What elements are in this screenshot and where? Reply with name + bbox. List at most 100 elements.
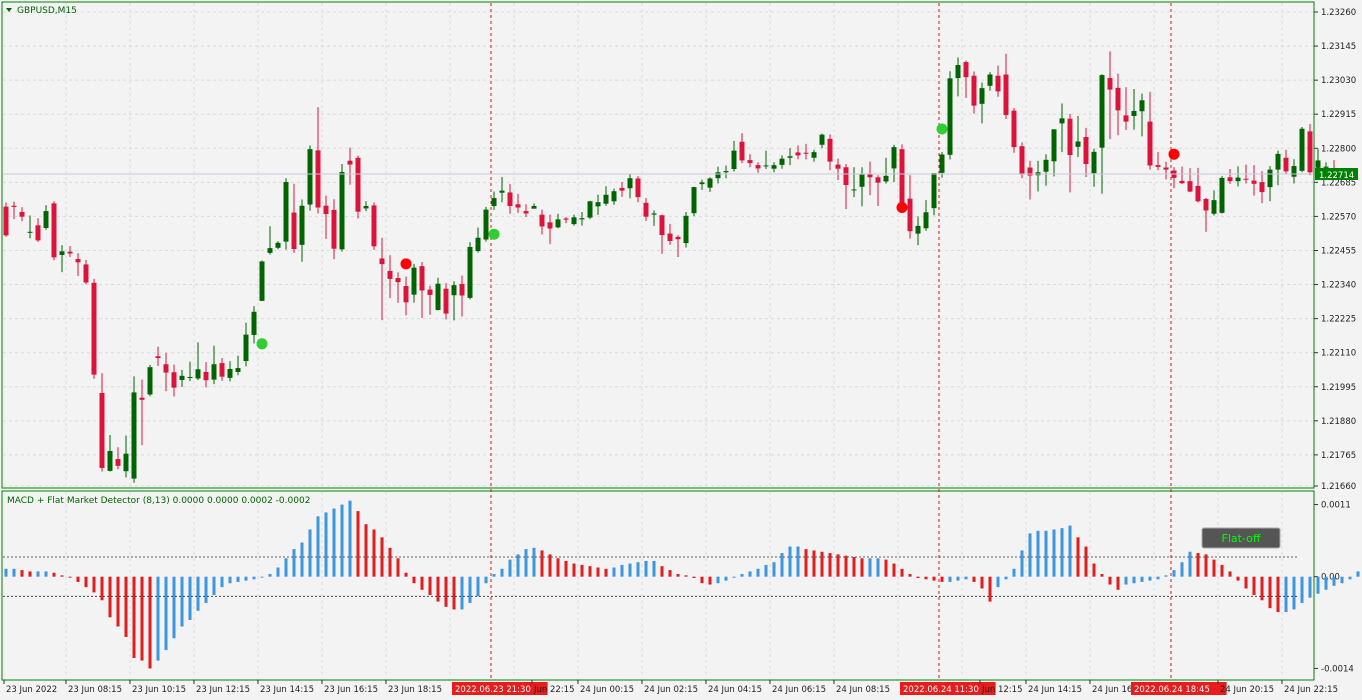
macd-bar bbox=[892, 563, 896, 577]
candle-body bbox=[299, 205, 305, 245]
macd-bar bbox=[332, 508, 336, 577]
flat-off-label: Flat-off bbox=[1222, 532, 1261, 545]
candle-body bbox=[731, 150, 737, 170]
candle-body bbox=[1235, 177, 1241, 182]
candle bbox=[691, 186, 697, 217]
macd-bar bbox=[212, 576, 216, 596]
macd-bar bbox=[988, 576, 992, 602]
macd-bar bbox=[132, 576, 136, 658]
candle bbox=[339, 163, 345, 252]
macd-bar bbox=[540, 550, 544, 577]
candle-body bbox=[1059, 118, 1065, 124]
price-axis: 1.232601.231451.230301.229151.228001.226… bbox=[1314, 8, 1356, 492]
candle-body bbox=[451, 285, 457, 296]
macd-bar bbox=[908, 574, 912, 577]
time-tick-label: 23 Jun 08:15 bbox=[68, 685, 122, 695]
macd-bar bbox=[188, 576, 192, 620]
candle-body bbox=[691, 187, 697, 214]
macd-bar bbox=[204, 576, 208, 603]
candle-body bbox=[1267, 169, 1273, 188]
macd-bar bbox=[4, 568, 8, 577]
candle-body bbox=[547, 222, 553, 229]
candle-body bbox=[339, 171, 345, 250]
candle-body bbox=[771, 165, 777, 169]
time-tick-label: 23 Jun 16:15 bbox=[324, 685, 378, 695]
macd-bar bbox=[884, 559, 888, 577]
time-tick-label: 24 Jun 16 bbox=[1092, 685, 1132, 695]
candle-body bbox=[19, 211, 25, 217]
macd-bar bbox=[124, 576, 128, 637]
trading-chart[interactable]: 1.232601.231451.230301.229151.228001.226… bbox=[0, 0, 1362, 700]
indicator-axis: 0.0011 0.00 -0.0014 bbox=[1314, 501, 1354, 674]
macd-bar bbox=[1156, 576, 1160, 580]
candle-body bbox=[963, 62, 969, 78]
macd-bar bbox=[924, 576, 928, 580]
candle bbox=[147, 364, 153, 397]
macd-bar bbox=[676, 574, 680, 577]
macd-bar bbox=[1204, 554, 1208, 577]
time-marker-label: 2022.06.24 18:45 bbox=[1134, 685, 1210, 695]
macd-bar bbox=[108, 576, 112, 618]
candle-body bbox=[395, 278, 401, 283]
candle-body bbox=[307, 149, 313, 205]
candle bbox=[283, 178, 289, 250]
macd-bar bbox=[1132, 576, 1136, 584]
macd-bar bbox=[1092, 563, 1096, 577]
time-tick-label: 24 Jun 14:15 bbox=[1028, 685, 1082, 695]
candle bbox=[1315, 148, 1321, 171]
candle-body bbox=[99, 392, 105, 468]
macd-bar bbox=[660, 566, 664, 577]
flat-off-button[interactable]: Flat-off bbox=[1201, 527, 1281, 549]
candle-body bbox=[1283, 157, 1289, 172]
indicator-tick-label: -0.0014 bbox=[1321, 664, 1354, 674]
candle-body bbox=[411, 267, 417, 295]
macd-bar bbox=[20, 570, 24, 577]
candle-body bbox=[43, 211, 49, 228]
candle-body bbox=[683, 215, 689, 244]
macd-bar bbox=[852, 557, 856, 577]
candle-body bbox=[819, 134, 825, 145]
macd-bar bbox=[844, 555, 848, 577]
macd-bar bbox=[68, 576, 72, 578]
macd-bar bbox=[636, 562, 640, 577]
candle-body bbox=[435, 283, 441, 311]
macd-bar bbox=[428, 576, 432, 596]
macd-bar bbox=[1180, 562, 1184, 577]
macd-bar bbox=[764, 564, 768, 577]
candle-body bbox=[403, 286, 409, 303]
macd-bar bbox=[1212, 559, 1216, 577]
candle-body bbox=[955, 65, 961, 79]
macd-bar bbox=[956, 576, 960, 581]
candle-body bbox=[283, 182, 289, 242]
macd-bar bbox=[876, 558, 880, 577]
candle-body bbox=[1275, 153, 1281, 170]
macd-bar bbox=[1292, 576, 1296, 610]
macd-bar bbox=[900, 568, 904, 577]
macd-bar bbox=[948, 576, 952, 582]
time-marker-label: 2022.06.24 11:30 bbox=[903, 685, 979, 695]
macd-bar bbox=[52, 572, 56, 577]
macd-bar bbox=[772, 562, 776, 577]
macd-bar bbox=[148, 576, 152, 669]
macd-bar bbox=[964, 576, 968, 580]
macd-bar bbox=[300, 542, 304, 577]
macd-bar bbox=[372, 529, 376, 577]
macd-bar bbox=[1084, 546, 1088, 577]
price-tick-label: 1.23030 bbox=[1321, 76, 1356, 86]
candle bbox=[307, 145, 313, 211]
macd-bar bbox=[1004, 576, 1008, 580]
sell-signal-dot bbox=[400, 258, 412, 270]
candle-body bbox=[723, 171, 729, 173]
price-tick-label: 1.21995 bbox=[1321, 383, 1356, 393]
candle-body bbox=[259, 261, 265, 301]
candle-body bbox=[747, 160, 753, 164]
candle-body bbox=[195, 369, 201, 379]
candle-body bbox=[499, 190, 505, 193]
candle-body bbox=[267, 248, 273, 253]
candle-body bbox=[11, 205, 17, 207]
price-tick-label: 1.23145 bbox=[1321, 42, 1356, 52]
buy-signal-dot bbox=[936, 123, 948, 135]
candle-body bbox=[515, 204, 521, 208]
macd-bar bbox=[484, 576, 488, 584]
candle-body bbox=[891, 147, 897, 169]
